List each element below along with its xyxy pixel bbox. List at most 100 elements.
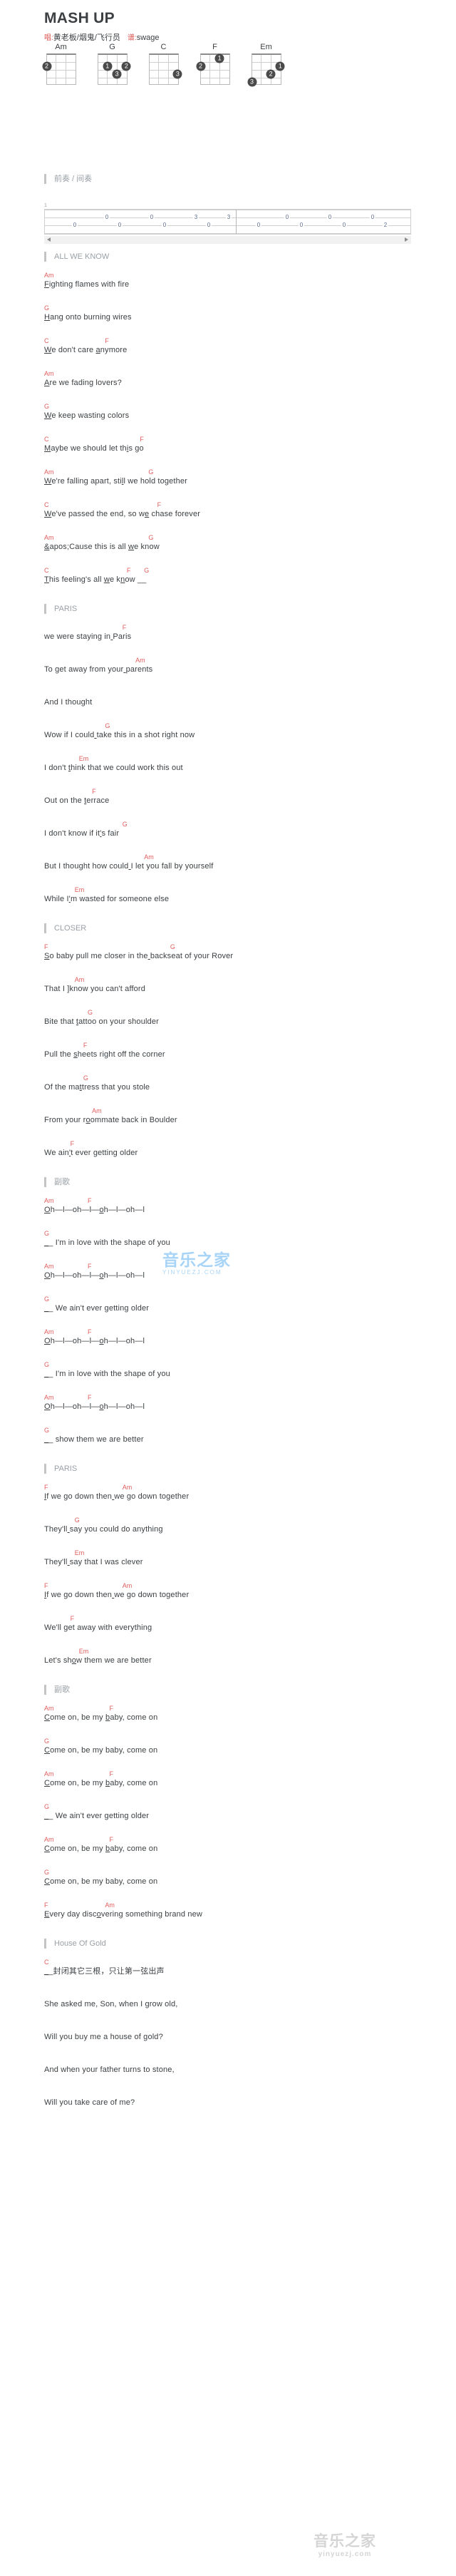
chord-label: G	[144, 567, 150, 574]
chord-label: Am	[44, 1770, 54, 1777]
lyric-text: __ I'm in love with the shape of you	[44, 1238, 170, 1247]
lyric-line: Am Are we fading lovers?	[44, 370, 443, 389]
chord-label: F	[92, 788, 96, 795]
chord-label: Am	[44, 1328, 54, 1335]
chord-finger-dot: 3	[172, 69, 182, 79]
lyric-line: G Come on, be my baby, come on	[44, 1738, 443, 1756]
scroll-right-icon[interactable]	[405, 237, 408, 242]
chord-name: Em	[260, 43, 272, 51]
lyric-line: G We keep wasting colors	[44, 403, 443, 421]
lyric-text: She asked me, Son, when I grow old,	[44, 2000, 178, 2008]
tab-note: 0	[369, 214, 376, 220]
chord-row: F	[44, 788, 443, 796]
scroll-left-icon[interactable]	[47, 237, 51, 242]
chord-row: G	[44, 1009, 443, 1017]
lyric-text: Oh—l—oh—l—oh—l—oh—l	[44, 1337, 145, 1345]
chord-name: G	[109, 43, 115, 51]
chord-finger-dot: 3	[247, 77, 256, 87]
lyric-line: Am G We're falling apart, still we hold to…	[44, 468, 443, 487]
chord-label: G	[83, 1074, 88, 1082]
tab-note: 0	[205, 222, 212, 228]
chord-finger-dot: 3	[112, 69, 122, 79]
chord-label: Am	[44, 534, 54, 541]
lyric-text: Oh—l—oh—l—oh—l—oh—l	[44, 1271, 145, 1280]
lyric-text: That I ]know you can't afford	[44, 985, 146, 993]
chord-row	[44, 2024, 443, 2032]
lyric-line: G __ We ain't ever getting older	[44, 1803, 443, 1822]
chord-label: Am	[135, 657, 145, 664]
lyric-text: This feeling's all we know __	[44, 575, 147, 584]
chord-grid: 2	[42, 53, 76, 85]
chord-label: Am	[44, 1197, 54, 1204]
tab-string-line	[45, 225, 410, 226]
chord-row: Em	[44, 1648, 443, 1656]
lyric-line: Am F Come on, be my baby, come on	[44, 1770, 443, 1789]
lyric-text: If we go down then we go down together	[44, 1492, 190, 1501]
chord-label: C	[44, 436, 49, 443]
lyric-text: Out on the terrace	[44, 796, 110, 805]
chord-row: F Am	[44, 1484, 443, 1492]
section-heading: CLOSER	[44, 923, 86, 933]
chord-label: Em	[74, 886, 85, 893]
chord-row: F Am	[44, 1582, 443, 1590]
chord-row: Am G	[44, 534, 443, 542]
chord-label: F	[44, 1902, 48, 1909]
chord-label: F	[88, 1394, 92, 1401]
lyric-text: I don't think that we could work this ou…	[44, 764, 183, 772]
chord-label: Am	[144, 853, 154, 861]
measure-number: 1	[44, 203, 47, 208]
chord-grid: 123	[247, 53, 285, 87]
lyric-text: I don't know if it's fair	[44, 829, 120, 838]
chord-row: CF	[44, 337, 443, 345]
chord-label: C	[44, 501, 49, 508]
lyric-text: We keep wasting colors	[44, 411, 130, 420]
lyric-text: __封闭其它三根，只让第一弦出声	[44, 1967, 165, 1976]
chord-row: Em	[44, 1549, 443, 1557]
lyric-text: __ We ain't ever getting older	[44, 1812, 150, 1820]
chord-diagram-em: Em 1 2 3	[247, 43, 285, 87]
chord-row: Am F	[44, 1394, 443, 1402]
lyric-line: F We'll get away with everything	[44, 1615, 443, 1633]
chord-label: F	[88, 1328, 92, 1335]
lyric-text: Will you take care of me?	[44, 2098, 135, 2107]
chord-row: G	[44, 821, 443, 828]
lyric-text: If we go down then we go down together	[44, 1591, 190, 1599]
chord-label: G	[170, 943, 175, 950]
lyric-text: Come on, be my baby, come on	[44, 1746, 158, 1755]
lyric-line: C F We don't care anymore	[44, 337, 443, 356]
credits: 唱:黄老板/烟鬼/飞行员 谱:swage	[44, 31, 159, 43]
lyric-text: From your roommate back in Boulder	[44, 1116, 177, 1124]
chord-grid: 3	[148, 53, 182, 85]
chord-diagram-row: Am 2 G 1 2 3 C 3 F 1 2 Em 1 2 3	[42, 43, 285, 87]
lyric-line: She asked me, Son, when I grow old,	[44, 1991, 443, 2010]
chord-row: Am	[44, 853, 443, 861]
chord-label: G	[44, 1230, 50, 1237]
lyric-text: And when your father turns to stone,	[44, 2066, 175, 2074]
lyric-text: __ show them we are better	[44, 1435, 144, 1444]
chord-label: G	[44, 1738, 50, 1745]
chord-diagram-am: Am 2	[42, 43, 78, 85]
chord-row: F	[44, 1042, 443, 1050]
chord-label: G	[105, 722, 110, 729]
lyric-line: Am F Come on, be my baby, come on	[44, 1836, 443, 1854]
chord-row: G	[44, 1738, 443, 1745]
chord-label: G	[44, 403, 50, 410]
lyric-text: Pull the sheets right off the corner	[44, 1050, 165, 1059]
lyric-text: So baby pull me closer in the backseat o…	[44, 952, 234, 960]
lyric-line: G __ show them we are better	[44, 1427, 443, 1445]
chord-row: Em	[44, 886, 443, 894]
tab-note: 0	[103, 214, 110, 220]
tab-scrollbar[interactable]	[44, 236, 411, 244]
lyric-line: Am F Oh—l—oh—l—oh—l—oh—l	[44, 1328, 443, 1347]
tab-staff: 003300000000002	[44, 209, 411, 235]
lyric-text: Come on, be my baby, come on	[44, 1877, 158, 1886]
watermark-footer-sub: yinyuezj.com	[318, 2550, 372, 2558]
lyric-line: C F G This feeling's all we know __	[44, 567, 443, 585]
chord-label: F	[88, 1263, 92, 1270]
chord-label: G	[44, 304, 50, 312]
section-heading: PARIS	[44, 1464, 77, 1474]
chord-row: Am F	[44, 1263, 443, 1271]
lyric-line: F Pull the sheets right off the corner	[44, 1042, 443, 1060]
chord-row: G	[44, 403, 443, 411]
lyric-text: But I thought how could I let you fall b…	[44, 862, 214, 871]
